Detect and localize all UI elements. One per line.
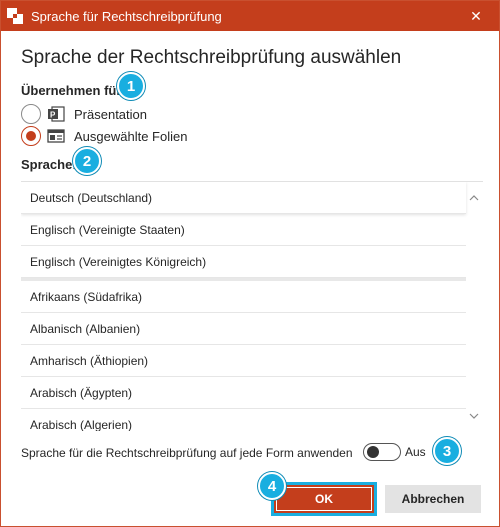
- scroll-up-button[interactable]: [467, 191, 481, 205]
- ok-button[interactable]: OK: [271, 482, 377, 516]
- ok-button-label: OK: [276, 487, 372, 511]
- radio-button-presentation[interactable]: [21, 104, 41, 124]
- language-list[interactable]: Deutsch (Deutschland) Englisch (Vereinig…: [21, 181, 483, 431]
- radio-button-selected-slides[interactable]: [21, 126, 41, 146]
- callout-badge-2: 2: [73, 147, 101, 175]
- title-bar: Sprache für Rechtschreibprüfung ✕: [1, 1, 499, 31]
- window-title: Sprache für Rechtschreibprüfung: [31, 8, 222, 24]
- slides-icon: [47, 127, 65, 145]
- toggle-state-label: Aus: [405, 445, 426, 459]
- list-item[interactable]: Albanisch (Albanien): [21, 313, 466, 345]
- list-item[interactable]: Englisch (Vereinigte Staaten): [21, 214, 466, 246]
- callout-badge-4: 4: [258, 472, 286, 500]
- svg-text:P: P: [50, 111, 56, 120]
- apply-all-shapes-text: Sprache für die Rechtschreibprüfung auf …: [21, 446, 353, 460]
- list-item[interactable]: Amharisch (Äthiopien): [21, 345, 466, 377]
- radio-selected-slides[interactable]: Ausgewählte Folien: [21, 126, 187, 146]
- language-label: Sprache:: [21, 157, 77, 172]
- list-item[interactable]: Afrikaans (Südafrika): [21, 281, 466, 313]
- cancel-button[interactable]: Abbrechen: [385, 485, 481, 513]
- powerpoint-icon: P: [47, 105, 65, 123]
- list-item[interactable]: Arabisch (Ägypten): [21, 377, 466, 409]
- scroll-down-button[interactable]: [467, 409, 481, 423]
- dialog-heading: Sprache der Rechtschreibprüfung auswähle…: [21, 47, 402, 68]
- apply-all-shapes-row: Sprache für die Rechtschreibprüfung auf …: [21, 443, 353, 463]
- apply-all-shapes-toggle[interactable]: [363, 443, 401, 461]
- callout-badge-3: 3: [433, 437, 461, 465]
- callout-badge-1: 1: [117, 72, 145, 100]
- apply-for-label: Übernehmen für:: [21, 83, 126, 98]
- spelling-language-dialog: Sprache für Rechtschreibprüfung ✕ Sprach…: [0, 0, 500, 527]
- powerpoint-app-icon: [7, 8, 23, 24]
- toggle-knob: [367, 446, 379, 458]
- chevron-up-icon: [469, 195, 479, 201]
- list-item[interactable]: Arabisch (Algerien): [21, 409, 466, 431]
- chevron-down-icon: [469, 413, 479, 419]
- radio-presentation[interactable]: P Präsentation: [21, 104, 147, 124]
- close-button[interactable]: ✕: [453, 1, 499, 31]
- list-item[interactable]: Deutsch (Deutschland): [21, 182, 466, 214]
- list-item[interactable]: Englisch (Vereinigtes Königreich): [21, 246, 466, 278]
- radio-label-selected-slides: Ausgewählte Folien: [74, 128, 188, 144]
- close-icon: ✕: [470, 7, 482, 24]
- radio-label-presentation: Präsentation: [74, 106, 147, 122]
